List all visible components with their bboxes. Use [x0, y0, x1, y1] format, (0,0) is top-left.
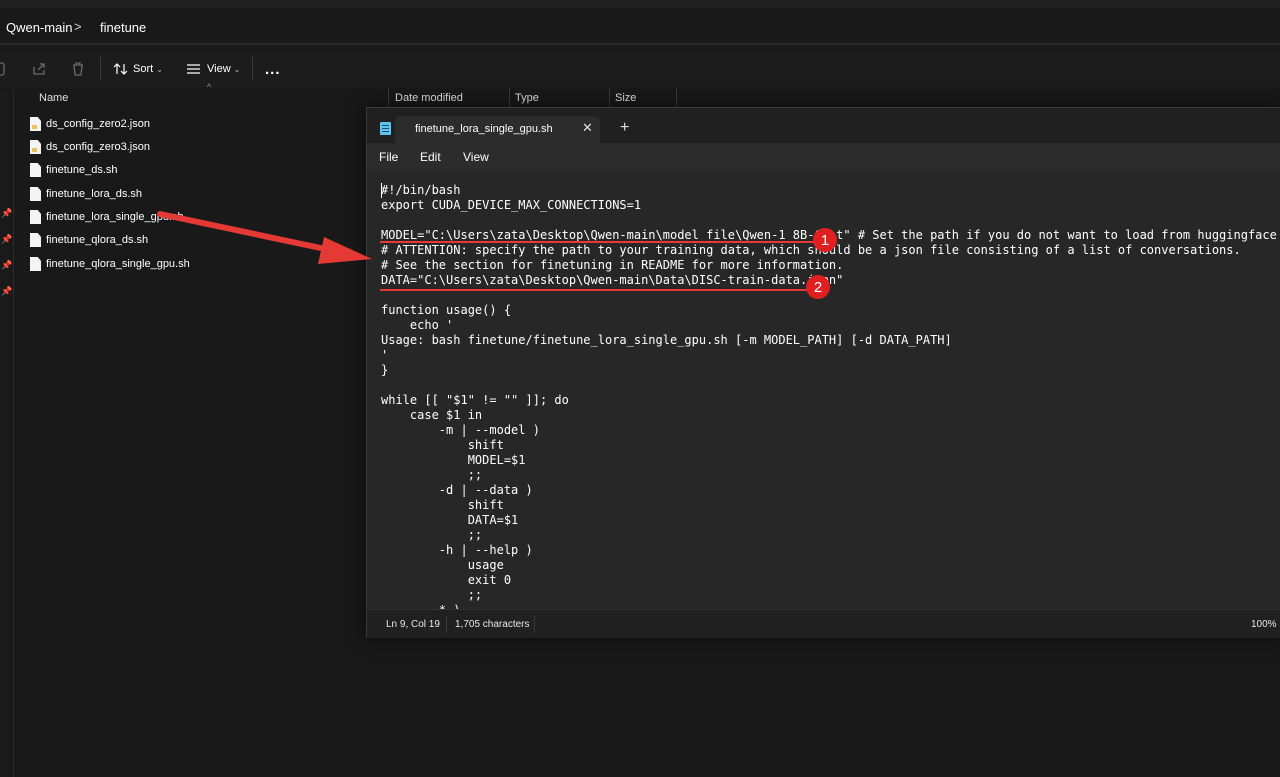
annotation-arrow	[157, 211, 372, 264]
